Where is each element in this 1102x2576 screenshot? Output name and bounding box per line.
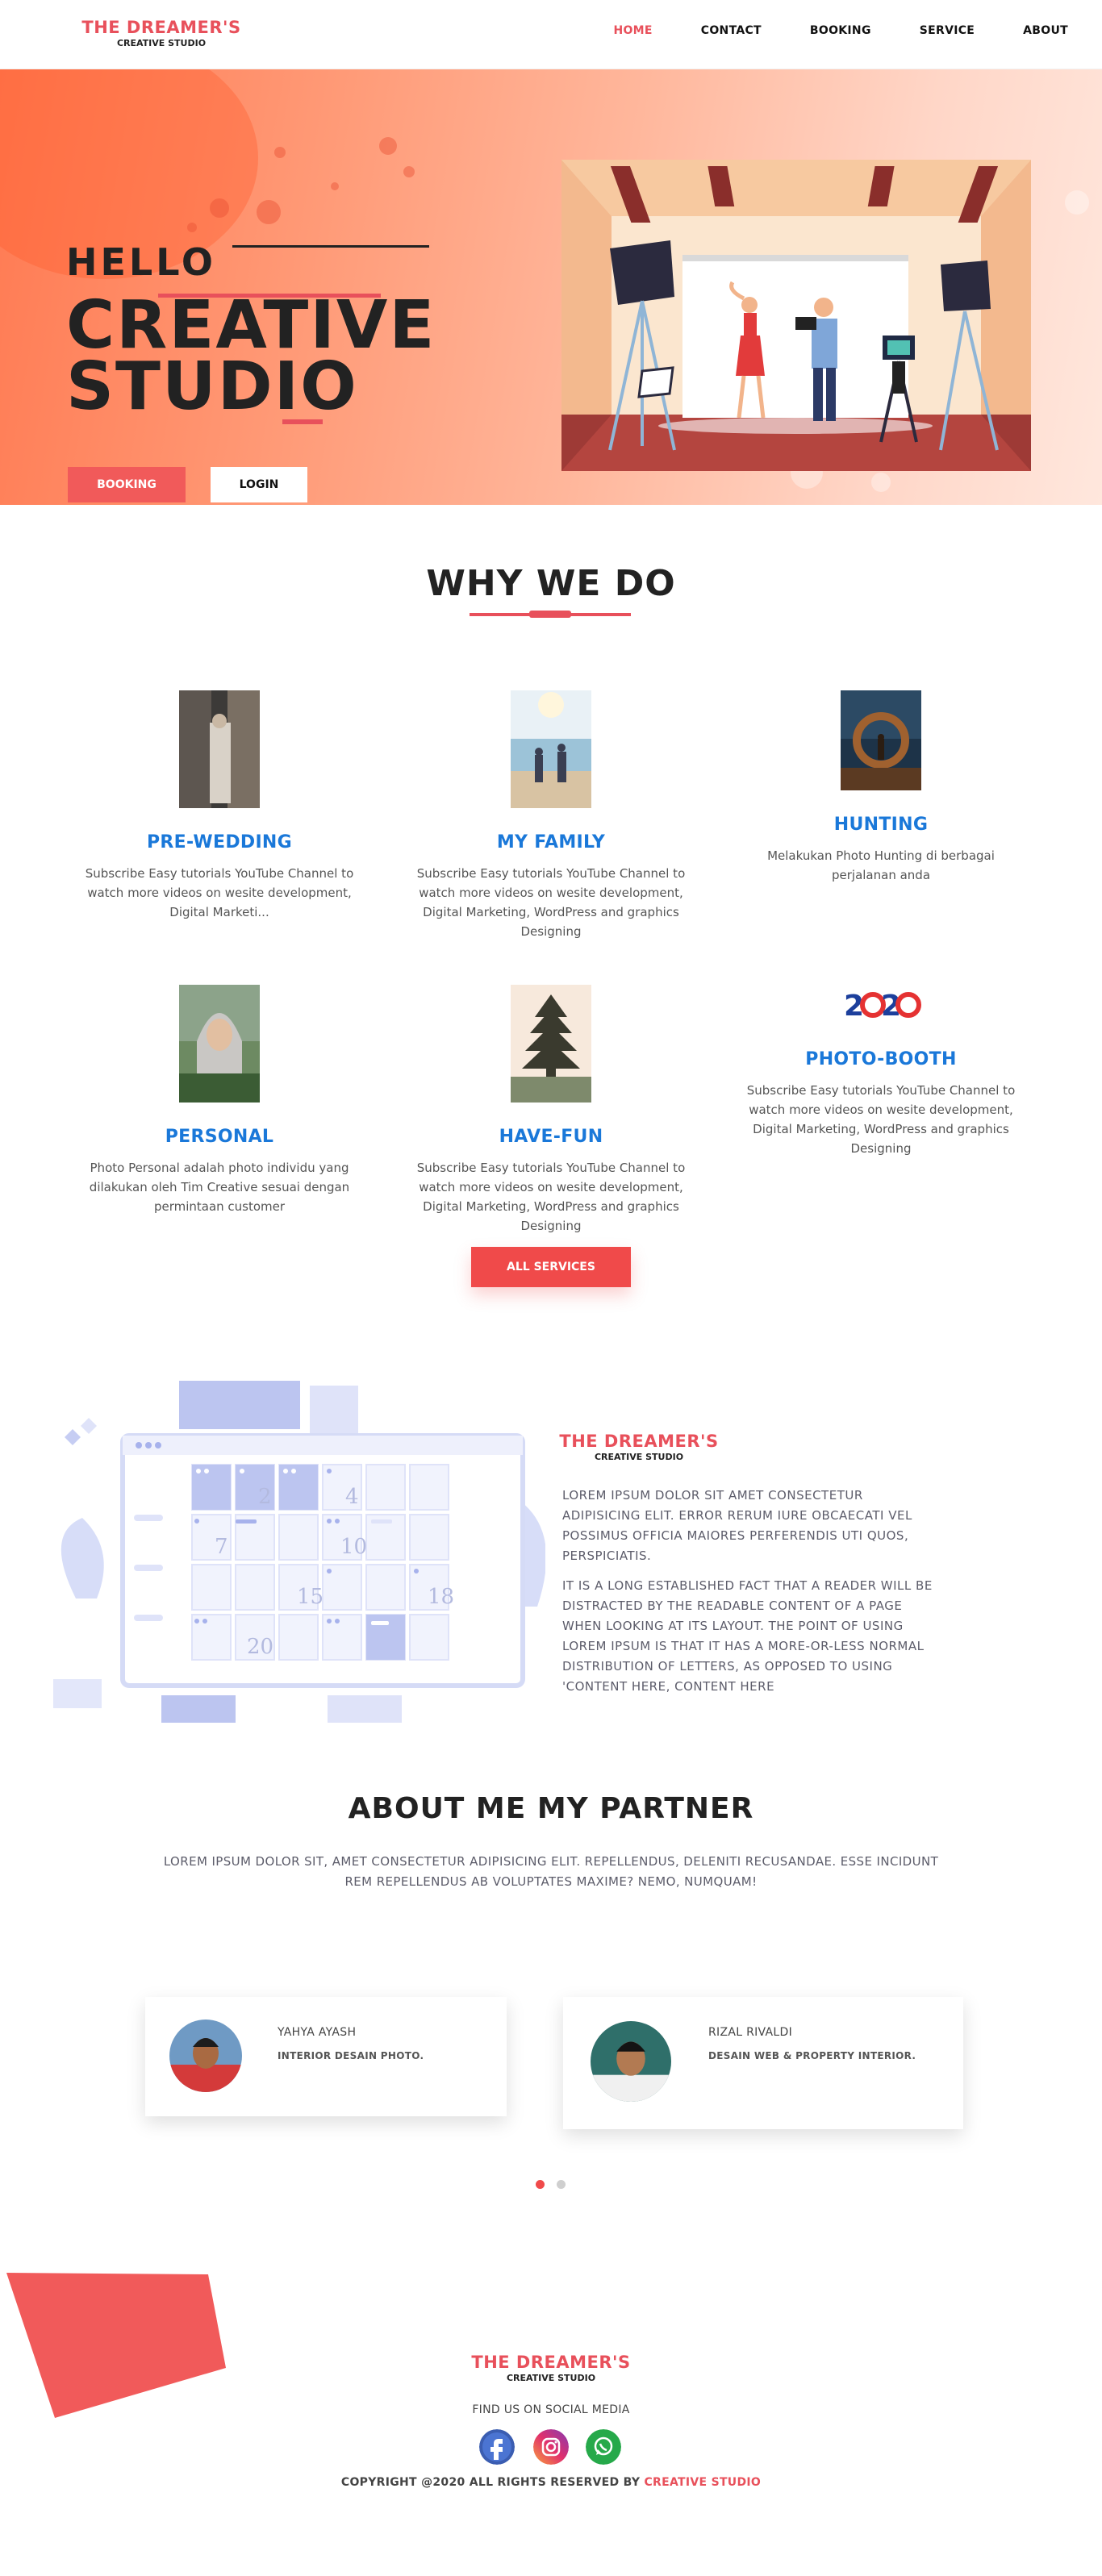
top-navbar: THE DREAMER'S CREATIVE STUDIO HOME CONTA…: [0, 0, 1102, 69]
calendar-day-7: 7: [215, 1535, 228, 1559]
service-description: Subscribe Easy tutorials YouTube Channel…: [416, 1161, 686, 1233]
nav-service[interactable]: SERVICE: [920, 24, 975, 37]
partner-role: DESAIN WEB & PROPERTY INTERIOR.: [708, 2050, 916, 2061]
service-title: PERSONAL: [165, 1127, 274, 1147]
service-description: Subscribe Easy tutorials YouTube Channel…: [85, 866, 354, 919]
about-text: LOREM IPSUM DOLOR SIT AMET CONSECTETUR A…: [562, 1486, 935, 1707]
calendar-day-2: 2: [258, 1485, 272, 1509]
calendar-day-20: 20: [247, 1635, 273, 1659]
find-us-label: FIND US ON SOCIAL MEDIA: [472, 2403, 630, 2416]
about-paragraph-1: LOREM IPSUM DOLOR SIT AMET CONSECTETUR A…: [562, 1488, 912, 1563]
calendar-day-10: 10: [340, 1535, 367, 1559]
all-services-button[interactable]: ALL SERVICES: [471, 1247, 631, 1287]
whatsapp-icon[interactable]: [586, 2429, 621, 2465]
service-card-family[interactable]: MY FAMILY Subscribe Easy tutorials YouTu…: [399, 690, 703, 941]
brand-logo[interactable]: THE DREAMER'S CREATIVE STUDIO: [73, 18, 250, 48]
calendar-illustration: 2 4 7 10 15 18 20: [53, 1381, 545, 1723]
about-brand-logo: THE DREAMER'S CREATIVE STUDIO: [542, 1432, 736, 1462]
partner-role: INTERIOR DESAIN PHOTO.: [278, 2050, 424, 2061]
personal-photo: [179, 985, 260, 1103]
service-card-personal[interactable]: PERSONAL Photo Personal adalah photo ind…: [68, 985, 371, 1216]
avatar: [591, 2021, 671, 2102]
avatar: [169, 2020, 242, 2092]
hero-title-line1: CREATIVE: [66, 287, 436, 364]
calendar-day-18: 18: [428, 1585, 454, 1609]
brand-tagline: CREATIVE STUDIO: [506, 2373, 596, 2383]
service-title: PHOTO-BOOTH: [805, 1049, 957, 1069]
carousel-dot-2[interactable]: [557, 2180, 566, 2189]
title-underline-accent: [529, 611, 571, 618]
brand-tagline: CREATIVE STUDIO: [116, 38, 207, 48]
facebook-icon[interactable]: [479, 2429, 515, 2465]
service-card-havefun[interactable]: HAVE-FUN Subscribe Easy tutorials YouTub…: [399, 985, 703, 1236]
footer-brand-logo: THE DREAMER'S CREATIVE STUDIO: [462, 2353, 640, 2383]
partner-name: YAHYA AYASH: [278, 2026, 357, 2039]
hero-title: CREATIVE STUDIO: [66, 287, 436, 425]
service-description: Subscribe Easy tutorials YouTube Channel…: [746, 1083, 1016, 1156]
service-description: Melakukan Photo Hunting di berbagai perj…: [767, 848, 995, 882]
main-menu: HOME CONTACT BOOKING SERVICE ABOUT: [565, 24, 1068, 37]
service-card-photobooth[interactable]: 2 2 PHOTO-BOOTH Subscribe Easy tutorials…: [729, 985, 1033, 1158]
prewedding-photo: [179, 690, 260, 808]
calendar-day-15: 15: [297, 1585, 324, 1609]
family-photo: [511, 690, 591, 808]
nav-about[interactable]: ABOUT: [1023, 24, 1068, 37]
hero-accent-dash: [282, 419, 323, 424]
copyright: COPYRIGHT @2020 ALL RIGHTS RESERVED BY C…: [0, 2476, 1102, 2489]
copyright-text: COPYRIGHT @2020 ALL RIGHTS RESERVED BY: [340, 2476, 645, 2489]
brand-name: THE DREAMER'S: [81, 18, 241, 37]
nav-home[interactable]: HOME: [613, 24, 652, 37]
why-we-do-title: WHY WE DO: [426, 563, 676, 604]
service-title: MY FAMILY: [496, 832, 606, 852]
brand-name: THE DREAMER'S: [559, 1432, 719, 1451]
nav-booking[interactable]: BOOKING: [810, 24, 871, 37]
service-title: HUNTING: [833, 815, 929, 835]
service-title: HAVE-FUN: [499, 1127, 603, 1147]
service-description: Photo Personal adalah photo individu yan…: [89, 1161, 350, 1214]
copyright-brand[interactable]: CREATIVE STUDIO: [644, 2476, 761, 2489]
service-card-hunting[interactable]: HUNTING Melakukan Photo Hunting di berba…: [729, 690, 1033, 885]
photobooth-2020-logo: 2 2: [844, 990, 921, 1023]
service-description: Subscribe Easy tutorials YouTube Channel…: [416, 866, 686, 939]
hunting-photo: [841, 690, 921, 790]
partner-title: ABOUT ME MY PARTNER: [348, 1792, 754, 1825]
hero-section: HELLO CREATIVE STUDIO BOOKING LOGIN: [0, 69, 1102, 505]
instagram-icon[interactable]: [533, 2429, 569, 2465]
booking-button[interactable]: BOOKING: [68, 467, 186, 502]
havefun-photo: [511, 985, 591, 1103]
hero-title-line2: STUDIO: [66, 348, 358, 425]
login-button[interactable]: LOGIN: [211, 467, 307, 502]
decorative-red-shape: [6, 2273, 226, 2418]
service-card-prewedding[interactable]: PRE-WEDDING Subscribe Easy tutorials You…: [68, 690, 371, 922]
partner-card-rizal[interactable]: RIZAL RIVALDI DESAIN WEB & PROPERTY INTE…: [563, 1997, 963, 2129]
photo-studio-illustration: [561, 160, 1031, 471]
brand-name: THE DREAMER'S: [471, 2353, 631, 2372]
partner-name: RIZAL RIVALDI: [708, 2026, 792, 2039]
partner-card-yahya[interactable]: YAHYA AYASH INTERIOR DESAIN PHOTO.: [145, 1997, 507, 2116]
service-title: PRE-WEDDING: [146, 832, 292, 852]
hero-hello: HELLO: [66, 240, 217, 284]
nav-contact[interactable]: CONTACT: [701, 24, 762, 37]
hero-divider: [232, 245, 429, 248]
calendar-day-4: 4: [345, 1485, 359, 1509]
about-paragraph-2: IT IS A LONG ESTABLISHED FACT THAT A REA…: [562, 1578, 933, 1694]
carousel-dot-1[interactable]: [536, 2180, 545, 2189]
brand-tagline: CREATIVE STUDIO: [594, 1452, 684, 1462]
partner-subtitle: LOREM IPSUM DOLOR SIT, AMET CONSECTETUR …: [163, 1854, 939, 1889]
